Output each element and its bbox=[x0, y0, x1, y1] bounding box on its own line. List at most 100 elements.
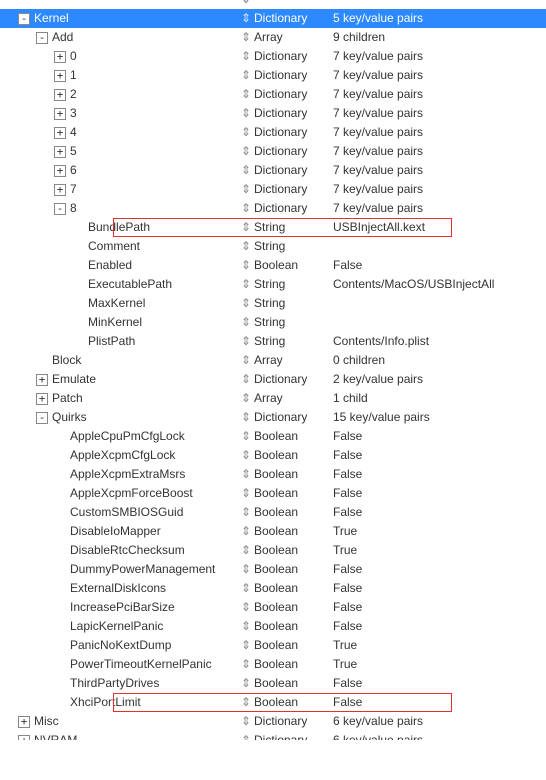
tree-row[interactable]: AppleXcpmForceBoost⇕BooleanFalse bbox=[0, 484, 546, 503]
col-name[interactable]: +2 bbox=[0, 85, 241, 104]
expand-icon[interactable]: + bbox=[54, 165, 66, 177]
col-type[interactable]: ⇕Boolean bbox=[241, 579, 333, 598]
tree-row[interactable]: -Add⇕Array9 children bbox=[0, 28, 546, 47]
tree-row[interactable]: AppleCpuPmCfgLock⇕BooleanFalse bbox=[0, 427, 546, 446]
col-type[interactable]: ⇕Dictionary bbox=[241, 731, 333, 740]
col-name[interactable]: ExecutablePath bbox=[0, 275, 241, 294]
expand-icon[interactable]: + bbox=[54, 89, 66, 101]
expand-icon[interactable]: + bbox=[54, 70, 66, 82]
col-type[interactable]: ⇕Boolean bbox=[241, 465, 333, 484]
col-type[interactable]: ⇕Dictionary bbox=[241, 104, 333, 123]
tree-row[interactable]: AppleXcpmCfgLock⇕BooleanFalse bbox=[0, 446, 546, 465]
col-name[interactable]: -Add bbox=[0, 28, 241, 47]
collapse-icon[interactable]: - bbox=[36, 32, 48, 44]
col-value[interactable]: 1 child bbox=[333, 389, 546, 408]
tree-row[interactable]: +4⇕Dictionary7 key/value pairs bbox=[0, 123, 546, 142]
col-name[interactable]: AppleXcpmForceBoost bbox=[0, 484, 241, 503]
tree-row[interactable]: Comment⇕String bbox=[0, 237, 546, 256]
col-type[interactable]: ⇕Boolean bbox=[241, 522, 333, 541]
col-value[interactable]: False bbox=[333, 484, 546, 503]
col-type[interactable]: ⇕Boolean bbox=[241, 598, 333, 617]
col-name[interactable]: -Quirks bbox=[0, 408, 241, 427]
col-value[interactable]: 7 key/value pairs bbox=[333, 104, 546, 123]
col-name[interactable]: +6 bbox=[0, 161, 241, 180]
tree-row[interactable]: -Quirks⇕Dictionary15 key/value pairs bbox=[0, 408, 546, 427]
col-name[interactable]: AppleCpuPmCfgLock bbox=[0, 427, 241, 446]
tree-row[interactable]: DisableIoMapper⇕BooleanTrue bbox=[0, 522, 546, 541]
tree-row[interactable]: +NVRAM⇕Dictionary6 key/value pairs bbox=[0, 731, 546, 740]
col-name[interactable]: MaxKernel bbox=[0, 294, 241, 313]
col-value[interactable]: False bbox=[333, 598, 546, 617]
col-type[interactable]: ⇕Array bbox=[241, 28, 333, 47]
tree-row[interactable]: ExecutablePath⇕StringContents/MacOS/USBI… bbox=[0, 275, 546, 294]
tree-row[interactable]: AppleXcpmExtraMsrs⇕BooleanFalse bbox=[0, 465, 546, 484]
plist-tree[interactable]: ⇕-Kernel⇕Dictionary5 key/value pairs-Add… bbox=[0, 0, 546, 740]
tree-row[interactable]: ExternalDiskIcons⇕BooleanFalse bbox=[0, 579, 546, 598]
expand-icon[interactable]: + bbox=[54, 127, 66, 139]
col-name[interactable]: Comment bbox=[0, 237, 241, 256]
col-name[interactable]: +NVRAM bbox=[0, 731, 241, 740]
col-name[interactable]: LapicKernelPanic bbox=[0, 617, 241, 636]
tree-row[interactable]: ThirdPartyDrives⇕BooleanFalse bbox=[0, 674, 546, 693]
collapse-icon[interactable]: - bbox=[54, 203, 66, 215]
col-value[interactable]: 9 children bbox=[333, 28, 546, 47]
col-value[interactable]: False bbox=[333, 617, 546, 636]
col-type[interactable]: ⇕Dictionary bbox=[241, 66, 333, 85]
col-name[interactable]: +Emulate bbox=[0, 370, 241, 389]
expand-icon[interactable]: + bbox=[18, 716, 30, 728]
col-value[interactable]: 7 key/value pairs bbox=[333, 85, 546, 104]
col-type[interactable]: ⇕Boolean bbox=[241, 446, 333, 465]
col-name[interactable]: +Misc bbox=[0, 712, 241, 731]
col-name[interactable]: +7 bbox=[0, 180, 241, 199]
col-name[interactable]: AppleXcpmCfgLock bbox=[0, 446, 241, 465]
col-name[interactable]: +0 bbox=[0, 47, 241, 66]
col-name[interactable]: MinKernel bbox=[0, 313, 241, 332]
tree-row[interactable]: PanicNoKextDump⇕BooleanTrue bbox=[0, 636, 546, 655]
col-value[interactable]: 7 key/value pairs bbox=[333, 161, 546, 180]
expand-icon[interactable]: + bbox=[18, 735, 30, 741]
tree-row[interactable]: DummyPowerManagement⇕BooleanFalse bbox=[0, 560, 546, 579]
col-value[interactable]: False bbox=[333, 674, 546, 693]
col-type[interactable]: ⇕String bbox=[241, 237, 333, 256]
expand-icon[interactable]: + bbox=[54, 51, 66, 63]
tree-row[interactable]: +5⇕Dictionary7 key/value pairs bbox=[0, 142, 546, 161]
tree-row[interactable]: IncreasePciBarSize⇕BooleanFalse bbox=[0, 598, 546, 617]
col-value[interactable]: 7 key/value pairs bbox=[333, 66, 546, 85]
expand-icon[interactable]: + bbox=[54, 108, 66, 120]
col-type[interactable]: ⇕Boolean bbox=[241, 560, 333, 579]
col-type[interactable]: ⇕Dictionary bbox=[241, 85, 333, 104]
col-type[interactable]: ⇕Dictionary bbox=[241, 199, 333, 218]
col-name[interactable]: ThirdPartyDrives bbox=[0, 674, 241, 693]
col-type[interactable]: ⇕Dictionary bbox=[241, 9, 333, 28]
tree-row[interactable]: +0⇕Dictionary7 key/value pairs bbox=[0, 47, 546, 66]
col-name[interactable]: ExternalDiskIcons bbox=[0, 579, 241, 598]
col-type[interactable]: ⇕Dictionary bbox=[241, 123, 333, 142]
col-type[interactable]: ⇕String bbox=[241, 218, 333, 237]
col-value[interactable]: False bbox=[333, 560, 546, 579]
col-value[interactable]: 7 key/value pairs bbox=[333, 123, 546, 142]
col-type[interactable]: ⇕ bbox=[241, 0, 333, 9]
tree-row[interactable]: -Kernel⇕Dictionary5 key/value pairs bbox=[0, 9, 546, 28]
col-name[interactable]: Enabled bbox=[0, 256, 241, 275]
col-name[interactable]: Block bbox=[0, 351, 241, 370]
col-name[interactable]: PlistPath bbox=[0, 332, 241, 351]
tree-row[interactable]: Enabled⇕BooleanFalse bbox=[0, 256, 546, 275]
col-type[interactable]: ⇕String bbox=[241, 332, 333, 351]
expand-icon[interactable]: + bbox=[36, 393, 48, 405]
col-type[interactable]: ⇕Dictionary bbox=[241, 180, 333, 199]
col-type[interactable]: ⇕Boolean bbox=[241, 655, 333, 674]
col-value[interactable]: False bbox=[333, 256, 546, 275]
tree-row[interactable]: PowerTimeoutKernelPanic⇕BooleanTrue bbox=[0, 655, 546, 674]
tree-row[interactable]: XhciPortLimit⇕BooleanFalse bbox=[0, 693, 546, 712]
col-type[interactable]: ⇕Dictionary bbox=[241, 161, 333, 180]
tree-row[interactable]: +Misc⇕Dictionary6 key/value pairs bbox=[0, 712, 546, 731]
col-type[interactable]: ⇕Dictionary bbox=[241, 370, 333, 389]
col-value[interactable]: False bbox=[333, 693, 546, 712]
col-name[interactable]: DisableIoMapper bbox=[0, 522, 241, 541]
tree-row[interactable]: -8⇕Dictionary7 key/value pairs bbox=[0, 199, 546, 218]
col-type[interactable]: ⇕Boolean bbox=[241, 693, 333, 712]
col-name[interactable]: DummyPowerManagement bbox=[0, 560, 241, 579]
col-type[interactable]: ⇕Array bbox=[241, 389, 333, 408]
tree-row[interactable]: Block⇕Array0 children bbox=[0, 351, 546, 370]
col-name[interactable]: +3 bbox=[0, 104, 241, 123]
